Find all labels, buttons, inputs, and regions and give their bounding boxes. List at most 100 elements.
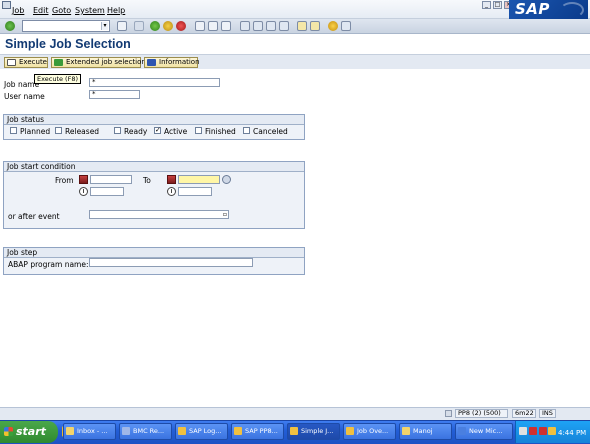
calendar-icon[interactable] [167,175,176,184]
start-label: start [16,425,46,438]
taskbar-button-job-overview[interactable]: Job Ove... [343,423,396,440]
to-time-input[interactable] [178,187,212,196]
from-label: From [55,176,74,185]
enter-icon[interactable] [5,21,15,31]
multiple-selection-icon[interactable] [222,175,231,184]
save-icon[interactable] [117,21,127,31]
taskbar-button-inbox[interactable]: Inbox - ... [63,423,116,440]
taskbar-button-sap-logon[interactable]: SAP Log... [175,423,228,440]
search-help-icon[interactable]: ▫ [223,211,227,218]
after-event-input[interactable]: ▫ [89,210,229,219]
command-field[interactable]: ▾ [22,20,110,32]
finished-checkbox[interactable] [195,127,202,134]
extended-selection-label: Extended job selection [66,58,146,66]
planned-checkbox[interactable] [10,127,17,134]
finished-label: Finished [205,127,236,136]
windows-flag-icon [4,427,13,436]
extended-job-selection-button[interactable]: Extended job selection [51,57,146,68]
system-info[interactable]: PP8 (2) (500) [455,409,508,418]
job-name-input[interactable]: * [89,78,220,87]
taskbar-button-label: BMC Re... [133,427,165,435]
taskbar-button-label: SAP PP8... [245,427,278,435]
active-checkbox[interactable]: ✓ [154,127,161,134]
user-name-label: User name [4,92,45,101]
job-step-heading: Job step [4,248,304,258]
job-status-heading: Job status [4,115,304,125]
chevron-down-icon[interactable]: ▾ [101,22,108,30]
sap-icon [290,427,298,435]
information-label: Information [159,58,200,66]
to-label: To [143,176,151,185]
taskbar-button-label: Simple J... [301,427,334,435]
menu-edit[interactable]: Edit [33,6,49,15]
page-title: Simple Job Selection [5,37,131,51]
previous-page-icon[interactable] [253,21,263,31]
tray-network-icon[interactable] [548,427,556,435]
ready-label: Ready [124,127,148,136]
tray-antivirus-icon[interactable] [529,427,537,435]
taskbar-button-bmc[interactable]: BMC Re... [119,423,172,440]
canceled-label: Canceled [253,127,288,136]
to-date-input[interactable] [178,175,220,184]
sap-icon [346,427,354,435]
execute-label: Execute [19,58,47,66]
from-time-input[interactable] [90,187,124,196]
layout-menu-icon[interactable] [341,21,351,31]
execute-icon [7,59,16,66]
help-icon[interactable] [328,21,338,31]
execute-button[interactable]: Execute [4,57,48,68]
cancel-icon[interactable] [176,21,186,31]
sap-icon [178,427,186,435]
tray-app-icon[interactable] [539,427,547,435]
calendar-icon[interactable] [79,175,88,184]
inbox-icon [66,427,74,435]
next-page-icon[interactable] [266,21,276,31]
start-button[interactable]: start [0,421,58,443]
print-icon[interactable] [195,21,205,31]
user-name-input[interactable]: * [89,90,140,99]
canceled-checkbox[interactable] [243,127,250,134]
menu-help[interactable]: Help [107,6,125,15]
menu-system[interactable]: System [75,6,105,15]
shortcut-icon[interactable] [310,21,320,31]
clock-icon[interactable] [79,187,88,196]
taskbar-button-label: Job Ove... [357,427,389,435]
find-next-icon[interactable] [221,21,231,31]
find-icon[interactable] [208,21,218,31]
taskbar-button-label: SAP Log... [189,427,222,435]
insert-mode: INS [539,409,556,418]
taskbar-button-label: New Mic... [469,427,503,435]
back-icon[interactable] [150,21,160,31]
tray-arrow-icon[interactable] [519,427,527,435]
from-date-input[interactable] [90,175,132,184]
menu-goto[interactable]: Goto [52,6,71,15]
sap-logo: SAP [509,0,588,20]
released-checkbox[interactable] [55,127,62,134]
new-session-icon[interactable] [297,21,307,31]
taskbar-button-manoj[interactable]: Manoj [399,423,452,440]
system-menu-icon[interactable] [2,1,11,9]
menu-job[interactable]: Job [12,6,24,15]
ready-checkbox[interactable] [114,127,121,134]
abap-program-input[interactable] [89,258,253,267]
information-button[interactable]: Information [144,57,200,68]
taskbar-button-label: Inbox - ... [77,427,108,435]
app-icon [122,427,130,435]
status-triangle-icon[interactable] [445,410,452,417]
clock-icon[interactable] [167,187,176,196]
exit-icon[interactable] [163,21,173,31]
info-icon [147,59,156,66]
after-event-label: or after event [8,212,60,221]
taskbar-button-simple-job[interactable]: Simple J... [287,423,340,440]
folder-icon [402,427,410,435]
planned-label: Planned [20,127,51,136]
job-start-heading: Job start condition [4,162,304,172]
taskbar-button-sap-pp8[interactable]: SAP PP8... [231,423,284,440]
maximize-button[interactable]: □ [493,1,502,9]
taskbar-clock[interactable]: 4:44 PM [558,429,586,437]
sap-icon [234,427,242,435]
last-page-icon[interactable] [279,21,289,31]
first-page-icon[interactable] [240,21,250,31]
minimize-button[interactable]: _ [482,1,491,9]
taskbar-button-new-mic[interactable]: New Mic... [455,423,513,440]
